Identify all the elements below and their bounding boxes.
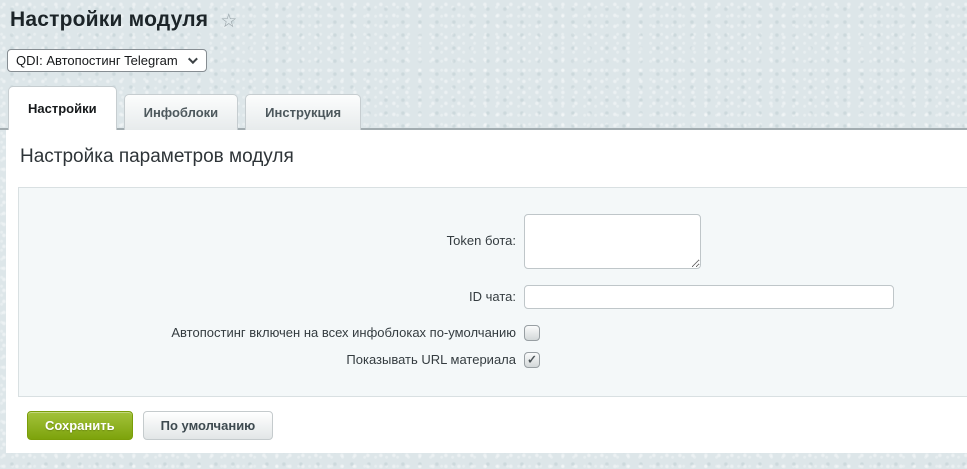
section-heading: Настройка параметров модуля [6,130,967,168]
page-header: Настройки модуля ☆ QDI: Автопостинг Tele… [0,0,967,72]
autoposting-checkbox[interactable]: ✓ [524,325,540,341]
show-url-label: Показывать URL материала [19,352,516,368]
form-row-chat-id: ID чата: [19,285,967,309]
content-panel: Настройка параметров модуля Token бота: … [6,130,967,453]
tab-instructions[interactable]: Инструкция [245,94,361,130]
tab-infoblocks[interactable]: Инфоблоки [124,94,239,130]
buttons-row: Сохранить По умолчанию [27,411,967,440]
check-icon: ✓ [527,354,537,366]
form-row-autoposting: Автопостинг включен на всех инфоблоках п… [19,325,967,341]
token-label: Token бота: [19,233,516,249]
show-url-checkbox[interactable]: ✓ [524,352,540,368]
form-row-show-url: Показывать URL материала ✓ [19,352,967,368]
settings-form: Token бота: ID чата: Автопостинг включен… [18,187,967,397]
chevron-down-icon [188,54,198,64]
autoposting-label: Автопостинг включен на всех инфоблоках п… [19,325,516,341]
page-title: Настройки модуля [10,8,208,32]
tab-settings[interactable]: Настройки [8,86,117,130]
favorite-star-icon[interactable]: ☆ [220,12,237,31]
default-button[interactable]: По умолчанию [143,411,274,440]
token-textarea[interactable] [524,214,701,269]
module-select[interactable]: QDI: Автопостинг Telegram [7,49,207,72]
chat-id-input[interactable] [524,285,894,309]
module-select-value: QDI: Автопостинг Telegram [16,53,188,68]
form-row-token: Token бота: [19,214,967,269]
chat-id-label: ID чата: [19,289,516,305]
page-title-row: Настройки модуля ☆ [10,8,967,32]
save-button[interactable]: Сохранить [27,411,133,440]
tab-strip: Настройки Инфоблоки Инструкция [0,86,967,130]
